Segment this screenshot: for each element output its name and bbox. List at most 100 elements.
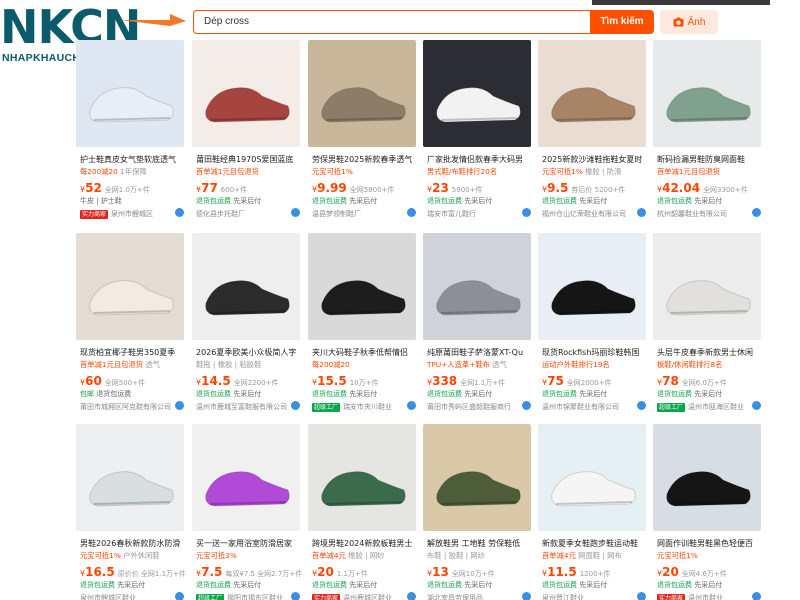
product-image[interactable] xyxy=(192,233,300,340)
chat-icon[interactable] xyxy=(752,401,761,410)
chat-icon[interactable] xyxy=(752,208,761,217)
product-card[interactable]: 断码捡漏男鞋防臭网面鞋 首单减1元且包退货 ¥42.04 全网3300+件 退货包… xyxy=(653,40,761,220)
product-image[interactable] xyxy=(192,40,300,147)
product-card[interactable]: 新款夏季女鞋跑步鞋运动鞋 首单减4元 网面鞋 | 网布 ¥11.5 1200+件 … xyxy=(538,424,646,600)
product-title[interactable]: 解放鞋男 工地鞋 劳保鞋低 xyxy=(427,538,531,549)
product-card[interactable]: 现货Rockfish玛丽珍鞋韩国 运动户外鞋排行19名 ¥75 全网2000+件 … xyxy=(538,233,646,413)
product-title[interactable]: 现货Rockfish玛丽珍鞋韩国 xyxy=(542,347,646,358)
product-title[interactable]: 网面作训鞋男鞋黑色轻便百 xyxy=(657,538,761,549)
product-card[interactable]: 2025新款沙滩鞋拖鞋女夏时 元宝可抵1% 橡胶 | 防滑 ¥9.5 券后价 52… xyxy=(538,40,646,220)
product-title[interactable]: 跨境男鞋2024新款板鞋男士 xyxy=(312,538,416,549)
product-image[interactable] xyxy=(653,233,761,340)
chat-icon[interactable] xyxy=(291,401,300,410)
product-title[interactable]: 2026夏季欧美小众极简人字 xyxy=(196,347,300,358)
product-title[interactable]: 护士鞋真皮女气垫软底透气 xyxy=(80,154,184,165)
shop-name[interactable]: 揭阳市揭东区鞋业 xyxy=(227,594,283,600)
product-image[interactable] xyxy=(308,40,416,147)
chat-icon[interactable] xyxy=(175,208,184,217)
product-image[interactable] xyxy=(538,40,646,147)
product-title[interactable]: 买一送一家用浴室防滑居家 xyxy=(196,538,300,549)
product-card[interactable]: 现货柏宜椰子鞋男350夏季 首单减1元且包退货 透气 ¥60 全网500+件 包邮… xyxy=(76,233,184,413)
product-title[interactable]: 断码捡漏男鞋防臭网面鞋 xyxy=(657,154,761,165)
product-card[interactable]: 头层牛皮春季新款男士休闲 板鞋/休闲鞋排行8名 ¥78 全网6.0万+件 退货包运… xyxy=(653,233,761,413)
shop-name[interactable]: 莆田市秀屿区盛超鞋服商行 xyxy=(427,403,511,411)
shop-name[interactable]: 杭州韶馨鞋业有限公司 xyxy=(657,210,727,218)
product-image[interactable] xyxy=(308,424,416,531)
shop-name[interactable]: 温州鹿城区鞋业 xyxy=(343,594,392,600)
product-card[interactable]: 莆田鞋经典1970S爱国蓝底 首单减1元且包退货 ¥77 600+件 退货包运费 … xyxy=(192,40,300,220)
product-title[interactable]: 头层牛皮春季新款男士休闲 xyxy=(657,347,761,358)
chat-icon[interactable] xyxy=(175,592,184,600)
product-image[interactable] xyxy=(76,40,184,147)
product-card[interactable]: 劳保男鞋2025新款春季透气 元宝可抵1% ¥9.99 全网5800+件 退货包运… xyxy=(308,40,416,220)
chat-icon[interactable] xyxy=(175,401,184,410)
search-button[interactable]: Tìm kiếm xyxy=(590,10,654,34)
product-title[interactable]: 现货柏宜椰子鞋男350夏季 xyxy=(80,347,184,358)
product-image[interactable] xyxy=(538,424,646,531)
chat-icon[interactable] xyxy=(291,592,300,600)
chat-icon[interactable] xyxy=(637,401,646,410)
chat-icon[interactable] xyxy=(407,401,416,410)
chat-icon[interactable] xyxy=(522,401,531,410)
attr-tag: 1年保障 xyxy=(120,167,147,176)
product-image[interactable] xyxy=(423,40,531,147)
price-row: ¥23 5900+件 xyxy=(427,180,531,197)
sold-count: 原价价 全网1.1万+件 xyxy=(117,570,186,578)
product-image[interactable] xyxy=(538,233,646,340)
product-card[interactable]: 解放鞋男 工地鞋 劳保鞋低 布鞋 | 胶鞋 | 网纱 ¥13 全网10万+件 退货… xyxy=(423,424,531,600)
shop-name[interactable]: 泉州晋江鞋业 xyxy=(542,594,584,600)
product-image[interactable] xyxy=(653,40,761,147)
product-title[interactable]: 男鞋2026春秋新款防水防滑 xyxy=(80,538,184,549)
chat-icon[interactable] xyxy=(752,592,761,600)
product-title[interactable]: 厂家批发情侣款春季大码男 xyxy=(427,154,531,165)
product-title[interactable]: 劳保男鞋2025新款春季透气 xyxy=(312,154,416,165)
shop-name[interactable]: 温州市瓯海区鞋业 xyxy=(688,403,744,411)
price-row: ¥60 全网500+件 xyxy=(80,373,184,390)
product-card[interactable]: 网面作训鞋男鞋黑色轻便百 元宝可抵1% ¥20 全网4.6万+件 退货包运费 先采… xyxy=(653,424,761,600)
shop-name[interactable]: 泉州市鲤城区 xyxy=(111,210,153,218)
shop-name[interactable]: 瑞安市富儿鞋行 xyxy=(427,210,476,218)
product-title[interactable]: 夹川大码鞋子秋季低帮情侣 xyxy=(312,347,416,358)
product-card[interactable]: 厂家批发情侣款春季大码男 男式鞋/布鞋排行20名 ¥23 5900+件 退货包运费… xyxy=(423,40,531,220)
chat-icon[interactable] xyxy=(522,208,531,217)
shop-name[interactable]: 温州市鹿城至富鞋服有限公司 xyxy=(196,403,287,411)
product-card[interactable]: 买一送一家用浴室防滑居家 元宝可抵3% ¥7.5 每双¥7.5 全网2.7万+件 … xyxy=(192,424,302,600)
chat-icon[interactable] xyxy=(407,592,416,600)
chat-icon[interactable] xyxy=(522,592,531,600)
product-title[interactable]: 纯原莆田鞋子萨洛蒙XT-Qu xyxy=(427,347,531,358)
chat-icon[interactable] xyxy=(407,208,416,217)
shop-name[interactable]: 泉州市鲤城区鞋业 xyxy=(80,594,136,600)
product-image[interactable] xyxy=(76,233,184,340)
product-card[interactable]: 夹川大码鞋子秋季低帮情侣 每200减20 ¥15.5 10万+件 退货包运费 先采… xyxy=(308,233,416,413)
service-tags: 退货包运费 先采后付 xyxy=(542,196,646,206)
product-title[interactable]: 新款夏季女鞋跑步鞋运动鞋 xyxy=(542,538,646,549)
shop-name[interactable]: 莆田市城厢区阿克鞋有限公司 xyxy=(80,403,171,411)
image-search-button[interactable]: Ảnh xyxy=(660,10,718,34)
chat-icon[interactable] xyxy=(637,208,646,217)
product-card[interactable]: 跨境男鞋2024新款板鞋男士 首单减4元 橡胶 | 网纱 ¥20 1.1万+件 退… xyxy=(308,424,416,600)
shop-name[interactable]: 瑞安市夹川鞋业 xyxy=(343,403,392,411)
product-title[interactable]: 莆田鞋经典1970S爱国蓝底 xyxy=(196,154,300,165)
chat-icon[interactable] xyxy=(291,208,300,217)
shop-name[interactable]: 温州市鞋业 xyxy=(688,594,723,600)
product-title[interactable]: 2025新款沙滩鞋拖鞋女夏时 xyxy=(542,154,646,165)
product-image[interactable] xyxy=(308,233,416,340)
chat-icon[interactable] xyxy=(637,592,646,600)
product-image[interactable] xyxy=(76,424,184,531)
shop-name[interactable]: 温县梦领制鞋厂 xyxy=(312,210,361,218)
product-image[interactable] xyxy=(653,424,761,531)
product-image[interactable] xyxy=(423,424,531,531)
shop-name[interactable]: 温州市锦聚鞋业有限公司 xyxy=(542,403,619,411)
shop-name[interactable]: 湖北宜昌劳保用品 xyxy=(427,594,483,600)
shop-name[interactable]: 福州仓山亿荣鞋业有限公司 xyxy=(542,210,626,218)
product-card[interactable]: 纯原莆田鞋子萨洛蒙XT-Qu TPU+人造革+鞋布 透气 ¥338 全网1.1万+… xyxy=(423,233,531,413)
search-input[interactable]: Dép cross xyxy=(193,10,593,34)
product-card[interactable]: 男鞋2026春秋新款防水防滑 元宝可抵1% 户外休闲鞋 ¥16.5 原价价 全网1… xyxy=(76,424,186,600)
product-image[interactable] xyxy=(192,424,300,531)
shop-name[interactable]: 德化县步托鞋厂 xyxy=(196,210,245,218)
price-row: ¥13 全网10万+件 xyxy=(427,564,531,581)
product-image[interactable] xyxy=(423,233,531,340)
product-price: 52 xyxy=(85,181,102,195)
product-card[interactable]: 护士鞋真皮女气垫软底透气 每200减20 1年保障 ¥52 全网1.0万+件 牛皮… xyxy=(76,40,184,220)
product-card[interactable]: 2026夏季欧美小众极简人字 鞋拖 | 橡胶 | 粘胶鞋 ¥14.5 全网2200… xyxy=(192,233,300,413)
